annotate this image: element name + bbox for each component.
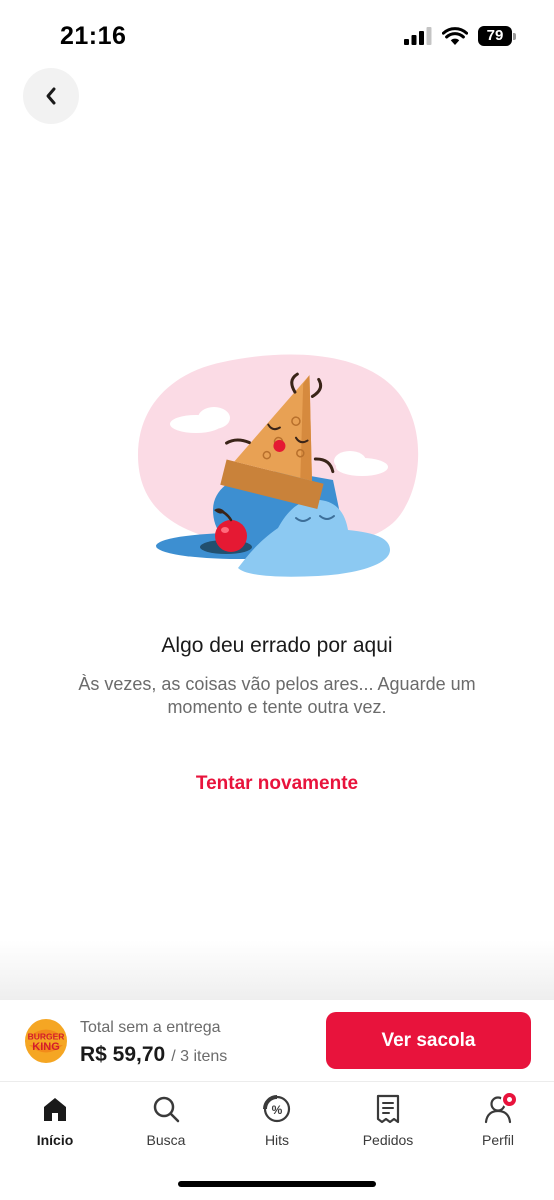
receipt-icon [371,1092,405,1126]
error-message: Às vezes, as coisas vão pelos ares... Ag… [78,674,476,717]
tab-hits[interactable]: % Hits [232,1092,322,1156]
tab-busca[interactable]: Busca [121,1092,211,1156]
view-bag-button[interactable]: Ver sacola [326,1012,531,1069]
status-icons: 79 [404,26,516,46]
search-icon [149,1092,183,1126]
chevron-left-icon [46,87,56,105]
wifi-icon [442,26,468,45]
bag-price: R$ 59,70 [80,1043,166,1066]
error-illustration [138,354,419,577]
bag-bar: BURGER KING Total sem a entrega R$ 59,70… [0,1000,554,1082]
svg-text:BURGER: BURGER [28,1032,65,1042]
home-icon [38,1092,72,1126]
tab-label: Hits [264,1132,290,1148]
home-indicator [178,1181,376,1187]
bag-total: R$ 59,70 / 3 itens [80,1043,227,1067]
signal-icon [404,27,432,45]
battery-level: 79 [478,26,512,46]
tab-perfil[interactable]: Perfil [453,1091,543,1156]
battery-icon: 79 [478,26,516,46]
notification-badge [501,1091,518,1108]
burger-king-logo: BURGER KING [25,1019,67,1063]
bottom-fade [0,940,554,1002]
error-title: Algo deu errado por aqui [161,634,393,657]
back-button[interactable] [23,68,79,124]
discount-icon: % [260,1092,294,1126]
tab-label: Perfil [482,1132,514,1148]
tab-label: Início [36,1132,74,1148]
bag-total-label: Total sem a entrega [80,1019,221,1036]
bag-item-count: / 3 itens [171,1048,228,1065]
status-bar: 21:16 79 [0,0,554,70]
svg-text:%: % [272,1103,283,1117]
tab-inicio[interactable]: Início [10,1092,100,1156]
tab-label: Pedidos [362,1132,414,1148]
tab-label: Busca [146,1132,186,1148]
tab-pedidos[interactable]: Pedidos [343,1092,433,1156]
status-time: 21:16 [60,22,127,50]
user-icon [481,1091,518,1126]
retry-button[interactable]: Tentar novamente [0,773,554,795]
svg-text:KING: KING [32,1041,60,1053]
